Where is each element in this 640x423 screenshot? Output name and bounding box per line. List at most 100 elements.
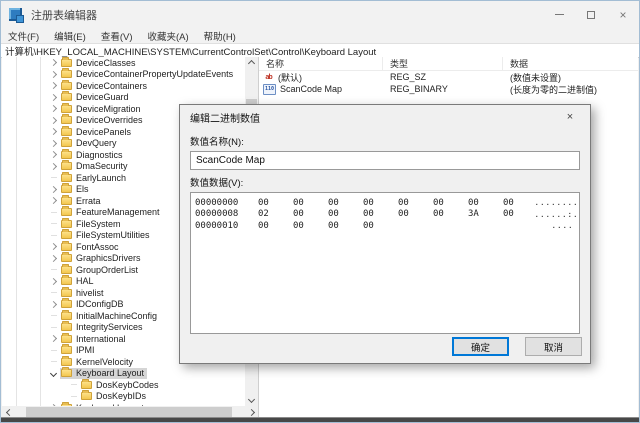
ok-button[interactable]: 确定 — [452, 337, 509, 356]
menu-item-edit[interactable]: 编辑(E) — [54, 29, 86, 43]
tree-item-label: Diagnostics — [76, 150, 123, 160]
close-button[interactable]: × — [607, 1, 639, 28]
hex-byte: 00 — [359, 209, 394, 219]
folder-icon — [61, 197, 72, 205]
menu-item-view[interactable]: 查看(V) — [101, 29, 133, 43]
tree-item[interactable]: DeviceContainers — [2, 80, 245, 92]
close-icon: × — [567, 111, 573, 123]
chevron-right-icon[interactable] — [47, 164, 60, 169]
value-name-label: 数值名称(N): — [190, 134, 580, 148]
tree-item-label: DeviceGuard — [76, 92, 129, 102]
column-header-name[interactable]: 名称 — [259, 57, 383, 70]
cancel-button[interactable]: 取消 — [525, 337, 582, 356]
leaf-dash-icon — [47, 315, 60, 316]
leaf-dash-icon — [47, 327, 60, 328]
folder-icon — [61, 105, 72, 113]
chevron-down-icon[interactable] — [47, 371, 60, 376]
folder-icon — [61, 335, 72, 343]
chevron-right-icon[interactable] — [47, 336, 60, 341]
hex-row[interactable]: 0000001000000000.... — [191, 220, 579, 232]
hex-row[interactable]: 000000000000000000000000........ — [191, 197, 579, 209]
chevron-right-icon[interactable] — [47, 279, 60, 284]
hex-offset: 00000000 — [191, 198, 254, 208]
tree-item[interactable]: DeviceContainerPropertyUpdateEvents — [2, 69, 245, 81]
chevron-right-icon[interactable] — [47, 198, 60, 203]
tree-item-label: DeviceOverrides — [76, 115, 143, 125]
chevron-right-icon[interactable] — [47, 72, 60, 77]
column-header-type[interactable]: 类型 — [383, 57, 503, 70]
leaf-dash-icon — [47, 235, 60, 236]
hex-byte: 00 — [254, 198, 289, 208]
values-header: 名称 类型 数据 — [259, 57, 638, 71]
hex-ascii: .... — [551, 221, 573, 230]
value-name-input[interactable] — [190, 151, 580, 170]
menu-item-favorites[interactable]: 收藏夹(A) — [147, 29, 188, 43]
chevron-right-icon[interactable] — [47, 118, 60, 123]
hex-byte: 00 — [289, 209, 324, 219]
address-input[interactable] — [1, 44, 639, 57]
hex-row[interactable]: 000000080200000000003A00......:. — [191, 209, 579, 221]
chevron-right-icon[interactable] — [47, 83, 60, 88]
tree-item[interactable]: Keyboard Layout — [2, 368, 245, 380]
value-row[interactable]: ScanCode MapREG_BINARY(长度为零的二进制值) — [259, 83, 638, 95]
close-icon: × — [619, 9, 626, 21]
chevron-left-icon — [5, 408, 12, 415]
tree-item[interactable]: DosKeybIDs — [2, 391, 245, 403]
value-type: REG_BINARY — [383, 84, 503, 94]
tree-item-label: DosKeybIDs — [96, 391, 146, 401]
hex-byte: 00 — [324, 209, 359, 219]
chevron-right-icon[interactable] — [47, 60, 60, 65]
tree-item[interactable]: DeviceGuard — [2, 92, 245, 104]
binary-value-icon — [263, 84, 276, 95]
chevron-right-icon[interactable] — [47, 244, 60, 249]
tree-item-label: KernelVelocity — [76, 357, 133, 367]
chevron-right-icon[interactable] — [47, 95, 60, 100]
menu-bar: 文件(F) 编辑(E) 查看(V) 收藏夹(A) 帮助(H) — [1, 28, 639, 43]
chevron-right-icon[interactable] — [47, 302, 60, 307]
value-data: (长度为零的二进制值) — [503, 83, 638, 96]
folder-icon — [61, 300, 72, 308]
tree-item[interactable]: DosKeybCodes — [2, 379, 245, 391]
menu-item-file[interactable]: 文件(F) — [8, 29, 39, 43]
folder-icon — [61, 243, 72, 251]
edit-binary-dialog: 编辑二进制数值 × 数值名称(N): 数值数据(V): 000000000000… — [179, 104, 591, 364]
tree-item-label: DevicePanels — [76, 127, 131, 137]
tree-item-label: DeviceContainerPropertyUpdateEvents — [76, 69, 233, 79]
leaf-dash-icon — [47, 223, 60, 224]
hex-byte: 00 — [359, 221, 394, 231]
folder-icon — [61, 151, 72, 159]
tree-item-label: DevQuery — [76, 138, 117, 148]
maximize-button[interactable] — [575, 1, 607, 28]
folder-icon — [61, 162, 72, 170]
tree-item[interactable]: DeviceClasses — [2, 57, 245, 69]
hex-offset: 00000008 — [191, 209, 254, 219]
scroll-up-button[interactable] — [245, 57, 258, 68]
folder-icon — [61, 208, 72, 216]
hex-offset: 00000010 — [191, 221, 254, 231]
dialog-close-button[interactable]: × — [550, 105, 590, 129]
chevron-up-icon — [248, 60, 255, 67]
value-row[interactable]: (默认)REG_SZ(数值未设置) — [259, 71, 638, 83]
column-header-data[interactable]: 数据 — [503, 57, 638, 70]
menu-item-help[interactable]: 帮助(H) — [204, 29, 236, 43]
string-value-icon — [263, 73, 274, 82]
chevron-right-icon[interactable] — [47, 106, 60, 111]
chevron-right-icon[interactable] — [47, 152, 60, 157]
folder-icon — [61, 312, 72, 320]
chevron-right-icon[interactable] — [47, 187, 60, 192]
hex-byte: 3A — [464, 209, 499, 219]
horizontal-scroll-thumb[interactable] — [26, 407, 232, 417]
value-data-label: 数值数据(V): — [190, 175, 580, 189]
folder-icon — [61, 139, 72, 147]
scroll-down-button[interactable] — [245, 395, 258, 406]
chevron-right-icon[interactable] — [47, 141, 60, 146]
folder-icon — [61, 93, 72, 101]
chevron-right-icon[interactable] — [47, 256, 60, 261]
hex-ascii: ........ — [534, 198, 578, 207]
tree-item-label: DmaSecurity — [76, 161, 128, 171]
chevron-right-icon[interactable] — [47, 129, 60, 134]
hex-editor[interactable]: 000000000000000000000000........00000008… — [190, 192, 580, 334]
minimize-button[interactable] — [543, 1, 575, 28]
hex-byte: 00 — [289, 198, 324, 208]
values-rows: (默认)REG_SZ(数值未设置)ScanCode MapREG_BINARY(… — [259, 71, 638, 95]
